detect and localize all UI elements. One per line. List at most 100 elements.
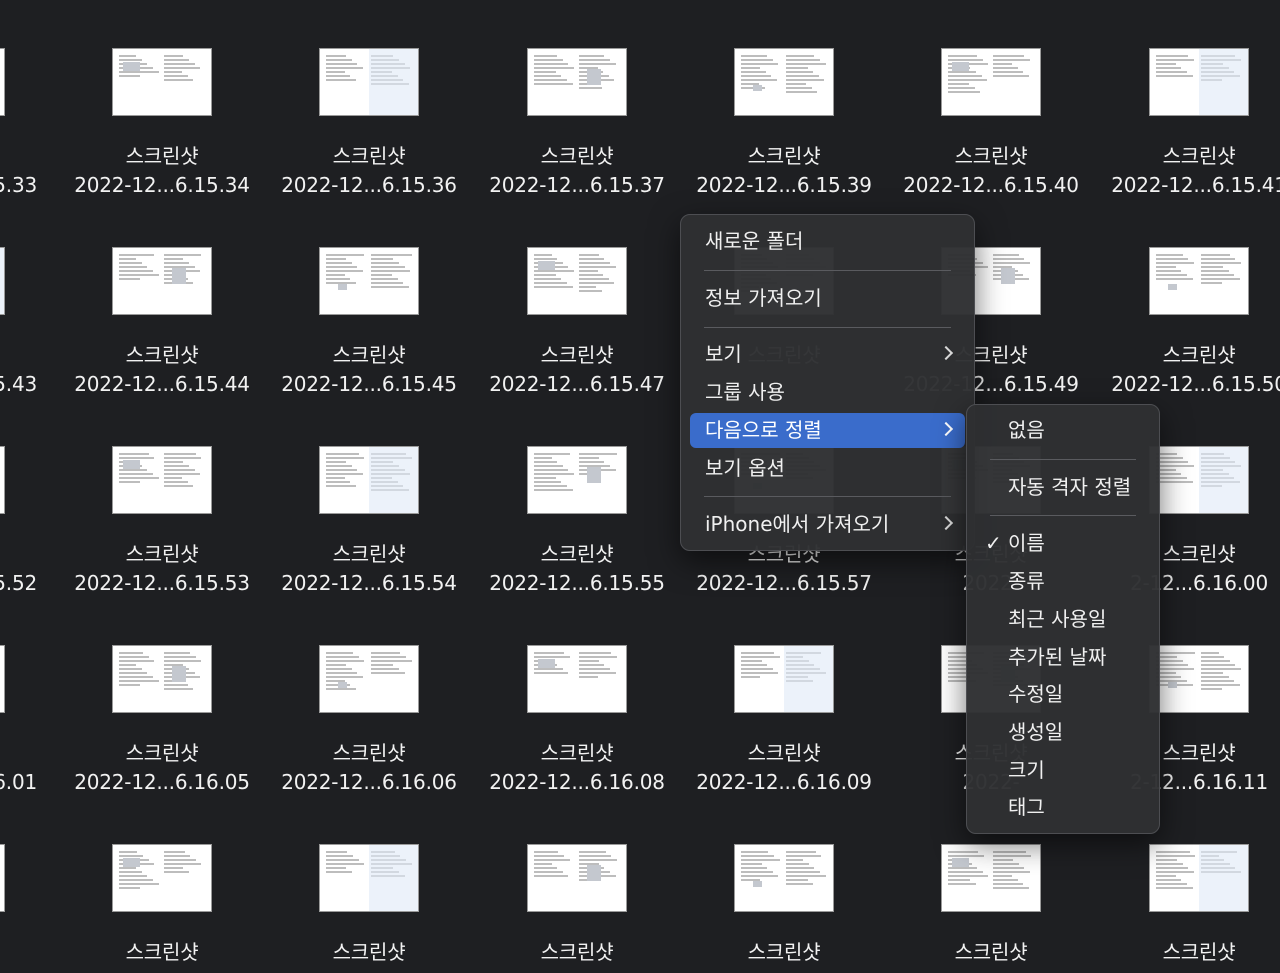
file-item[interactable]: 스크린샷 2022-12...6.15.45 — [271, 241, 471, 411]
menu-item-label: 태그 — [1008, 795, 1045, 819]
file-thumbnail — [112, 645, 212, 713]
file-item[interactable]: 스크린샷 2022-12...6.15.47 — [479, 241, 679, 411]
sort-option-tags[interactable]: 태그 — [975, 790, 1151, 825]
file-item[interactable]: 스크린샷 2022-12...6.15.37 — [479, 42, 679, 212]
file-item[interactable]: 스크린샷 2022-12...6.15.44 — [64, 241, 264, 411]
sort-option-kind[interactable]: 종류 — [975, 564, 1151, 599]
menu-separator — [990, 459, 1136, 460]
menu-item-label: 다음으로 정렬 — [705, 418, 822, 442]
sort-option-none[interactable]: 없음 — [975, 413, 1151, 448]
file-name-line1: 스크린샷 — [332, 741, 406, 765]
file-item[interactable]: 스크린샷 2022-12...6.15.34 — [64, 42, 264, 212]
file-name-line2: 2022-12...6.16.09 — [696, 770, 872, 794]
menu-item-new-folder[interactable]: 새로운 폴더 — [690, 224, 965, 259]
file-name-line2: 2022-12...6.16.08 — [489, 770, 665, 794]
sort-option-date-modified[interactable]: 수정일 — [975, 677, 1151, 712]
menu-item-label: 추가된 날짜 — [1008, 645, 1107, 669]
file-item[interactable]: 스크린샷 — [893, 838, 1093, 973]
sort-option-size[interactable]: 크기 — [975, 753, 1151, 788]
menu-item-use-groups[interactable]: 그룹 사용 — [690, 375, 965, 410]
menu-item-view-options[interactable]: 보기 옵션 — [690, 451, 965, 486]
menu-item-import-from-iphone[interactable]: iPhone에서 가져오기 — [690, 507, 965, 542]
sort-option-date-added[interactable]: 추가된 날짜 — [975, 640, 1151, 675]
sort-option-date-last-opened[interactable]: 최근 사용일 — [975, 602, 1151, 637]
menu-item-view[interactable]: 보기 — [690, 337, 965, 372]
file-item[interactable]: 스크린샷 2022-12...6.15.36 — [271, 42, 471, 212]
menu-item-label: 이름 — [1008, 531, 1045, 555]
file-item[interactable]: 5.33 — [0, 42, 57, 212]
sort-option-snap-to-grid[interactable]: 자동 격자 정렬 — [975, 470, 1151, 505]
file-name: 스크린샷 2022-12...6.15.45 — [259, 341, 479, 399]
file-name: 스크린샷 2022-12...6.15.47 — [467, 341, 687, 399]
file-item[interactable]: 스크린샷 2022-12...6.16.08 — [479, 639, 679, 809]
file-thumbnail — [941, 48, 1041, 116]
file-thumbnail — [112, 48, 212, 116]
file-item[interactable]: 스크린샷 2022-12...6.16.05 — [64, 639, 264, 809]
file-name-line2: 2022-12...6.15.39 — [696, 173, 872, 197]
file-item[interactable]: 스크린샷 — [479, 838, 679, 973]
menu-item-label: 수정일 — [1008, 682, 1064, 706]
file-thumbnail — [319, 844, 419, 912]
file-name-line1: 스크린샷 — [954, 940, 1028, 964]
file-name: 스크린샷 2022-12...6.15.55 — [467, 540, 687, 598]
file-item[interactable]: 스크린샷 2022-12...6.15.50 — [1101, 241, 1280, 411]
file-thumbnail — [734, 645, 834, 713]
file-name-line1: 스크린샷 — [540, 542, 614, 566]
file-thumbnail — [941, 844, 1041, 912]
file-thumbnail — [734, 844, 834, 912]
file-item[interactable]: 스크린샷 — [271, 838, 471, 973]
context-menu: 새로운 폴더 정보 가져오기 보기 그룹 사용 다음으로 정렬 보기 옵션 iP… — [680, 214, 975, 551]
menu-item-label: iPhone에서 가져오기 — [705, 512, 890, 536]
file-name-line2: 2022-12...6.15.55 — [489, 571, 665, 595]
file-item[interactable]: 5.52 — [0, 440, 57, 610]
file-item[interactable]: 스크린샷 2022-12...6.15.41 — [1101, 42, 1280, 212]
file-name: 스크린샷 — [52, 938, 272, 967]
sort-option-name[interactable]: ✓ 이름 — [975, 526, 1151, 561]
file-name: 5.33 — [0, 142, 37, 200]
file-name: 5.52 — [0, 540, 37, 598]
menu-item-sort-by[interactable]: 다음으로 정렬 — [690, 413, 965, 448]
file-item[interactable]: 5.43 — [0, 241, 57, 411]
file-item[interactable]: 스크린샷 2022-12...6.15.39 — [686, 42, 886, 212]
file-item[interactable]: 스크린샷 2022-12...6.15.55 — [479, 440, 679, 610]
file-thumbnail — [527, 247, 627, 315]
file-thumbnail — [0, 247, 5, 315]
file-name: 스크린샷 2022-12...6.16.05 — [52, 739, 272, 797]
menu-separator — [990, 515, 1136, 516]
file-item[interactable]: 스크린샷 2022-12...6.15.40 — [893, 42, 1093, 212]
menu-item-label: 보기 — [705, 342, 742, 366]
file-item[interactable] — [0, 838, 57, 973]
file-item[interactable]: 스크린샷 2022-12...6.15.54 — [271, 440, 471, 610]
file-item[interactable]: 스크린샷 — [686, 838, 886, 973]
file-name-line2: 2022-12...6.15.41 — [1111, 173, 1280, 197]
file-name-line1 — [0, 938, 37, 967]
file-item[interactable]: 스크린샷 — [1101, 838, 1280, 973]
file-thumbnail — [527, 645, 627, 713]
menu-separator — [704, 327, 951, 328]
file-name-line1: 스크린샷 — [125, 343, 199, 367]
file-name-line2: 2022-12...6.15.54 — [281, 571, 457, 595]
file-name: 6.01 — [0, 739, 37, 797]
file-name-line1: 스크린샷 — [540, 741, 614, 765]
chevron-right-icon — [938, 515, 954, 531]
file-thumbnail — [319, 645, 419, 713]
sort-option-date-created[interactable]: 생성일 — [975, 715, 1151, 750]
menu-item-label: 종류 — [1008, 569, 1045, 593]
file-item[interactable]: 스크린샷 — [64, 838, 264, 973]
file-name-line1: 스크린샷 — [125, 940, 199, 964]
file-item[interactable]: 6.01 — [0, 639, 57, 809]
file-name: 스크린샷 — [259, 938, 479, 967]
file-name-line2: 2022-12...6.15.50 — [1111, 372, 1280, 396]
file-item[interactable]: 스크린샷 2022-12...6.15.53 — [64, 440, 264, 610]
file-name-line1: 스크린샷 — [125, 144, 199, 168]
file-name-line1: 스크린샷 — [747, 940, 821, 964]
menu-item-label: 생성일 — [1008, 720, 1064, 744]
file-name-line1: 스크린샷 — [332, 343, 406, 367]
file-name-line2: 2022-12...6.15.34 — [74, 173, 250, 197]
file-item[interactable]: 스크린샷 2022-12...6.16.09 — [686, 639, 886, 809]
file-item[interactable]: 스크린샷 2022-12...6.16.06 — [271, 639, 471, 809]
menu-item-get-info[interactable]: 정보 가져오기 — [690, 281, 965, 316]
menu-item-label: 크기 — [1008, 758, 1045, 782]
file-name-line2: 2022-12...6.15.47 — [489, 372, 665, 396]
file-name: 스크린샷 2022-12...6.16.06 — [259, 739, 479, 797]
